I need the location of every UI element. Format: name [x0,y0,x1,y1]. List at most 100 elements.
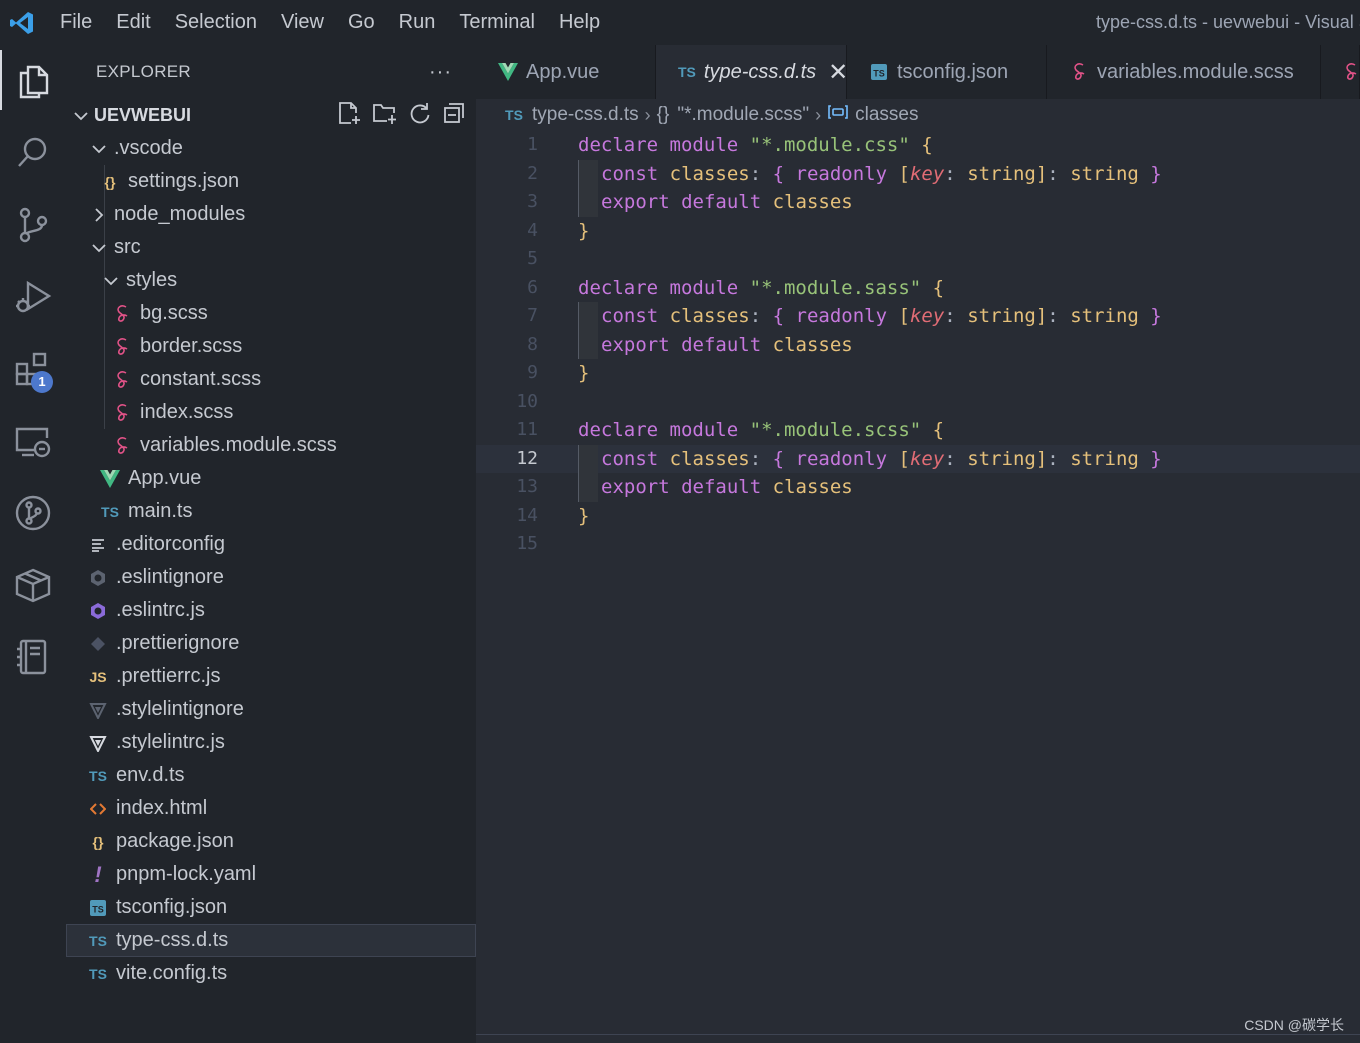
extensions-icon[interactable]: 1 [0,340,66,400]
close-icon[interactable]: ✕ [828,58,848,87]
file-eslintrc-js[interactable]: .eslintrc.js [66,594,476,627]
file-eslintignore[interactable]: .eslintignore [66,561,476,594]
ts-icon: TS [89,767,107,784]
explorer-icon[interactable] [0,50,66,110]
file-type-css-d-ts[interactable]: TS type-css.d.ts [66,924,476,957]
file-env-d-ts[interactable]: TS env.d.ts [66,759,476,792]
line-number: 12 [516,447,538,469]
sass-icon [112,396,132,429]
file-name: vite.config.ts [116,962,228,984]
file-name: .eslintignore [116,566,224,588]
collapse-all-icon[interactable] [442,101,466,130]
code-line-current: 12 const classes: { readonly [key: strin… [476,444,1360,473]
variable-icon [827,104,849,126]
chevron-down-icon [72,99,90,132]
file-settings-json[interactable]: {} settings.json [66,165,476,198]
breadcrumb-module[interactable]: {} "*.module.scss" [657,104,809,126]
sass-icon [112,330,132,363]
file-tsconfig-json[interactable]: TS tsconfig.json [66,891,476,924]
menu-view[interactable]: View [269,0,336,45]
tab-label: type-css.d.ts [703,60,817,83]
tab-type-css-d-ts[interactable]: TS type-css.d.ts ✕ [656,45,848,99]
notebook-icon[interactable] [0,627,66,687]
more-actions-icon[interactable]: ··· [429,61,452,84]
file-vite-config-ts[interactable]: TS vite.config.ts [66,957,476,990]
prettier-icon [88,627,108,660]
menu-selection[interactable]: Selection [163,0,269,45]
code-line: 9 } [476,359,1360,388]
menu-run[interactable]: Run [387,0,448,45]
line-number: 15 [516,533,538,554]
package-box-icon[interactable] [0,555,66,615]
sass-icon [112,429,132,462]
new-folder-icon[interactable] [372,100,398,131]
folder-src[interactable]: src [66,231,476,264]
code-line: 11 declare module "*.module.scss" { [476,416,1360,445]
folder-styles[interactable]: styles [66,264,476,297]
menu-go[interactable]: Go [336,0,387,45]
code-line: 1 declare module "*.module.css" { [476,131,1360,160]
line-number: 14 [516,504,538,526]
file-name: constant.scss [140,368,262,390]
search-icon[interactable] [0,123,66,183]
file-main-ts[interactable]: TS main.ts [66,495,476,528]
refresh-icon[interactable] [408,101,432,130]
file-prettierignore[interactable]: .prettierignore [66,627,476,660]
line-number: 6 [527,276,538,298]
tab-app-vue[interactable]: App.vue [476,45,656,99]
chevron-down-icon [90,132,108,165]
breadcrumb-symbol[interactable]: classes [827,104,918,126]
file-index-scss[interactable]: index.scss [66,396,476,429]
window-title: type-css.d.ts - uevwebui - Visual S [1096,12,1360,32]
breadcrumb-file[interactable]: TS type-css.d.ts [504,99,639,132]
chevron-right-icon: › [644,104,651,125]
json-icon: {} [92,833,104,850]
sass-icon [1343,56,1359,89]
file-stylelintignore[interactable]: .stylelintignore [66,693,476,726]
folder-node-modules[interactable]: node_modules [66,198,476,231]
file-app-vue[interactable]: App.vue [66,462,476,495]
tab-variables-module-scss[interactable]: variables.module.scss [1047,45,1321,99]
file-package-json[interactable]: {} package.json [66,825,476,858]
code-line: 5 [476,245,1360,274]
vscode-logo-icon [0,0,44,45]
tab-label: variables.module.scss [1097,60,1294,83]
menu-help[interactable]: Help [547,0,612,45]
code-line: 8 export default classes [476,330,1360,359]
svg-text:TS: TS [873,69,885,79]
menu-file[interactable]: File [48,0,104,45]
file-prettierrc-js[interactable]: JS .prettierrc.js [66,660,476,693]
remote-explorer-icon[interactable] [0,412,66,472]
file-stylelintrc-js[interactable]: .stylelintrc.js [66,726,476,759]
folder-vscode[interactable]: .vscode [66,132,476,165]
line-number: 4 [527,219,538,241]
folder-name: src [114,236,141,258]
project-folder[interactable]: UEVWEBUI [66,99,476,132]
code-editor[interactable]: 1 declare module "*.module.css" { 2 cons… [476,131,1360,1034]
tab-label: App.vue [526,60,600,83]
file-pnpm-lock-yaml[interactable]: ! pnpm-lock.yaml [66,858,476,891]
menu-edit[interactable]: Edit [104,0,162,45]
project-actions [336,99,466,132]
file-index-html[interactable]: index.html [66,792,476,825]
tab-tsconfig-json[interactable]: TS tsconfig.json [847,45,1047,99]
file-editorconfig[interactable]: .editorconfig [66,528,476,561]
file-variables-module-scss[interactable]: variables.module.scss [66,429,476,462]
menu-terminal[interactable]: Terminal [447,0,547,45]
new-file-icon[interactable] [336,100,362,131]
git-graph-icon[interactable] [0,483,66,543]
line-number: 5 [527,248,538,269]
file-tree: .vscode {} settings.json node_modules sr… [66,132,476,990]
file-constant-scss[interactable]: constant.scss [66,363,476,396]
run-debug-icon[interactable] [0,267,66,327]
file-border-scss[interactable]: border.scss [66,330,476,363]
file-name: App.vue [128,467,202,489]
json-icon: {} [104,173,116,190]
stylelint-icon [88,693,108,726]
source-control-icon[interactable] [0,195,66,255]
file-name: package.json [116,830,234,852]
file-bg-scss[interactable]: bg.scss [66,297,476,330]
tab-overflow[interactable] [1321,45,1360,99]
breadcrumb-symbol-label: classes [855,104,919,125]
yaml-icon: ! [94,861,102,887]
